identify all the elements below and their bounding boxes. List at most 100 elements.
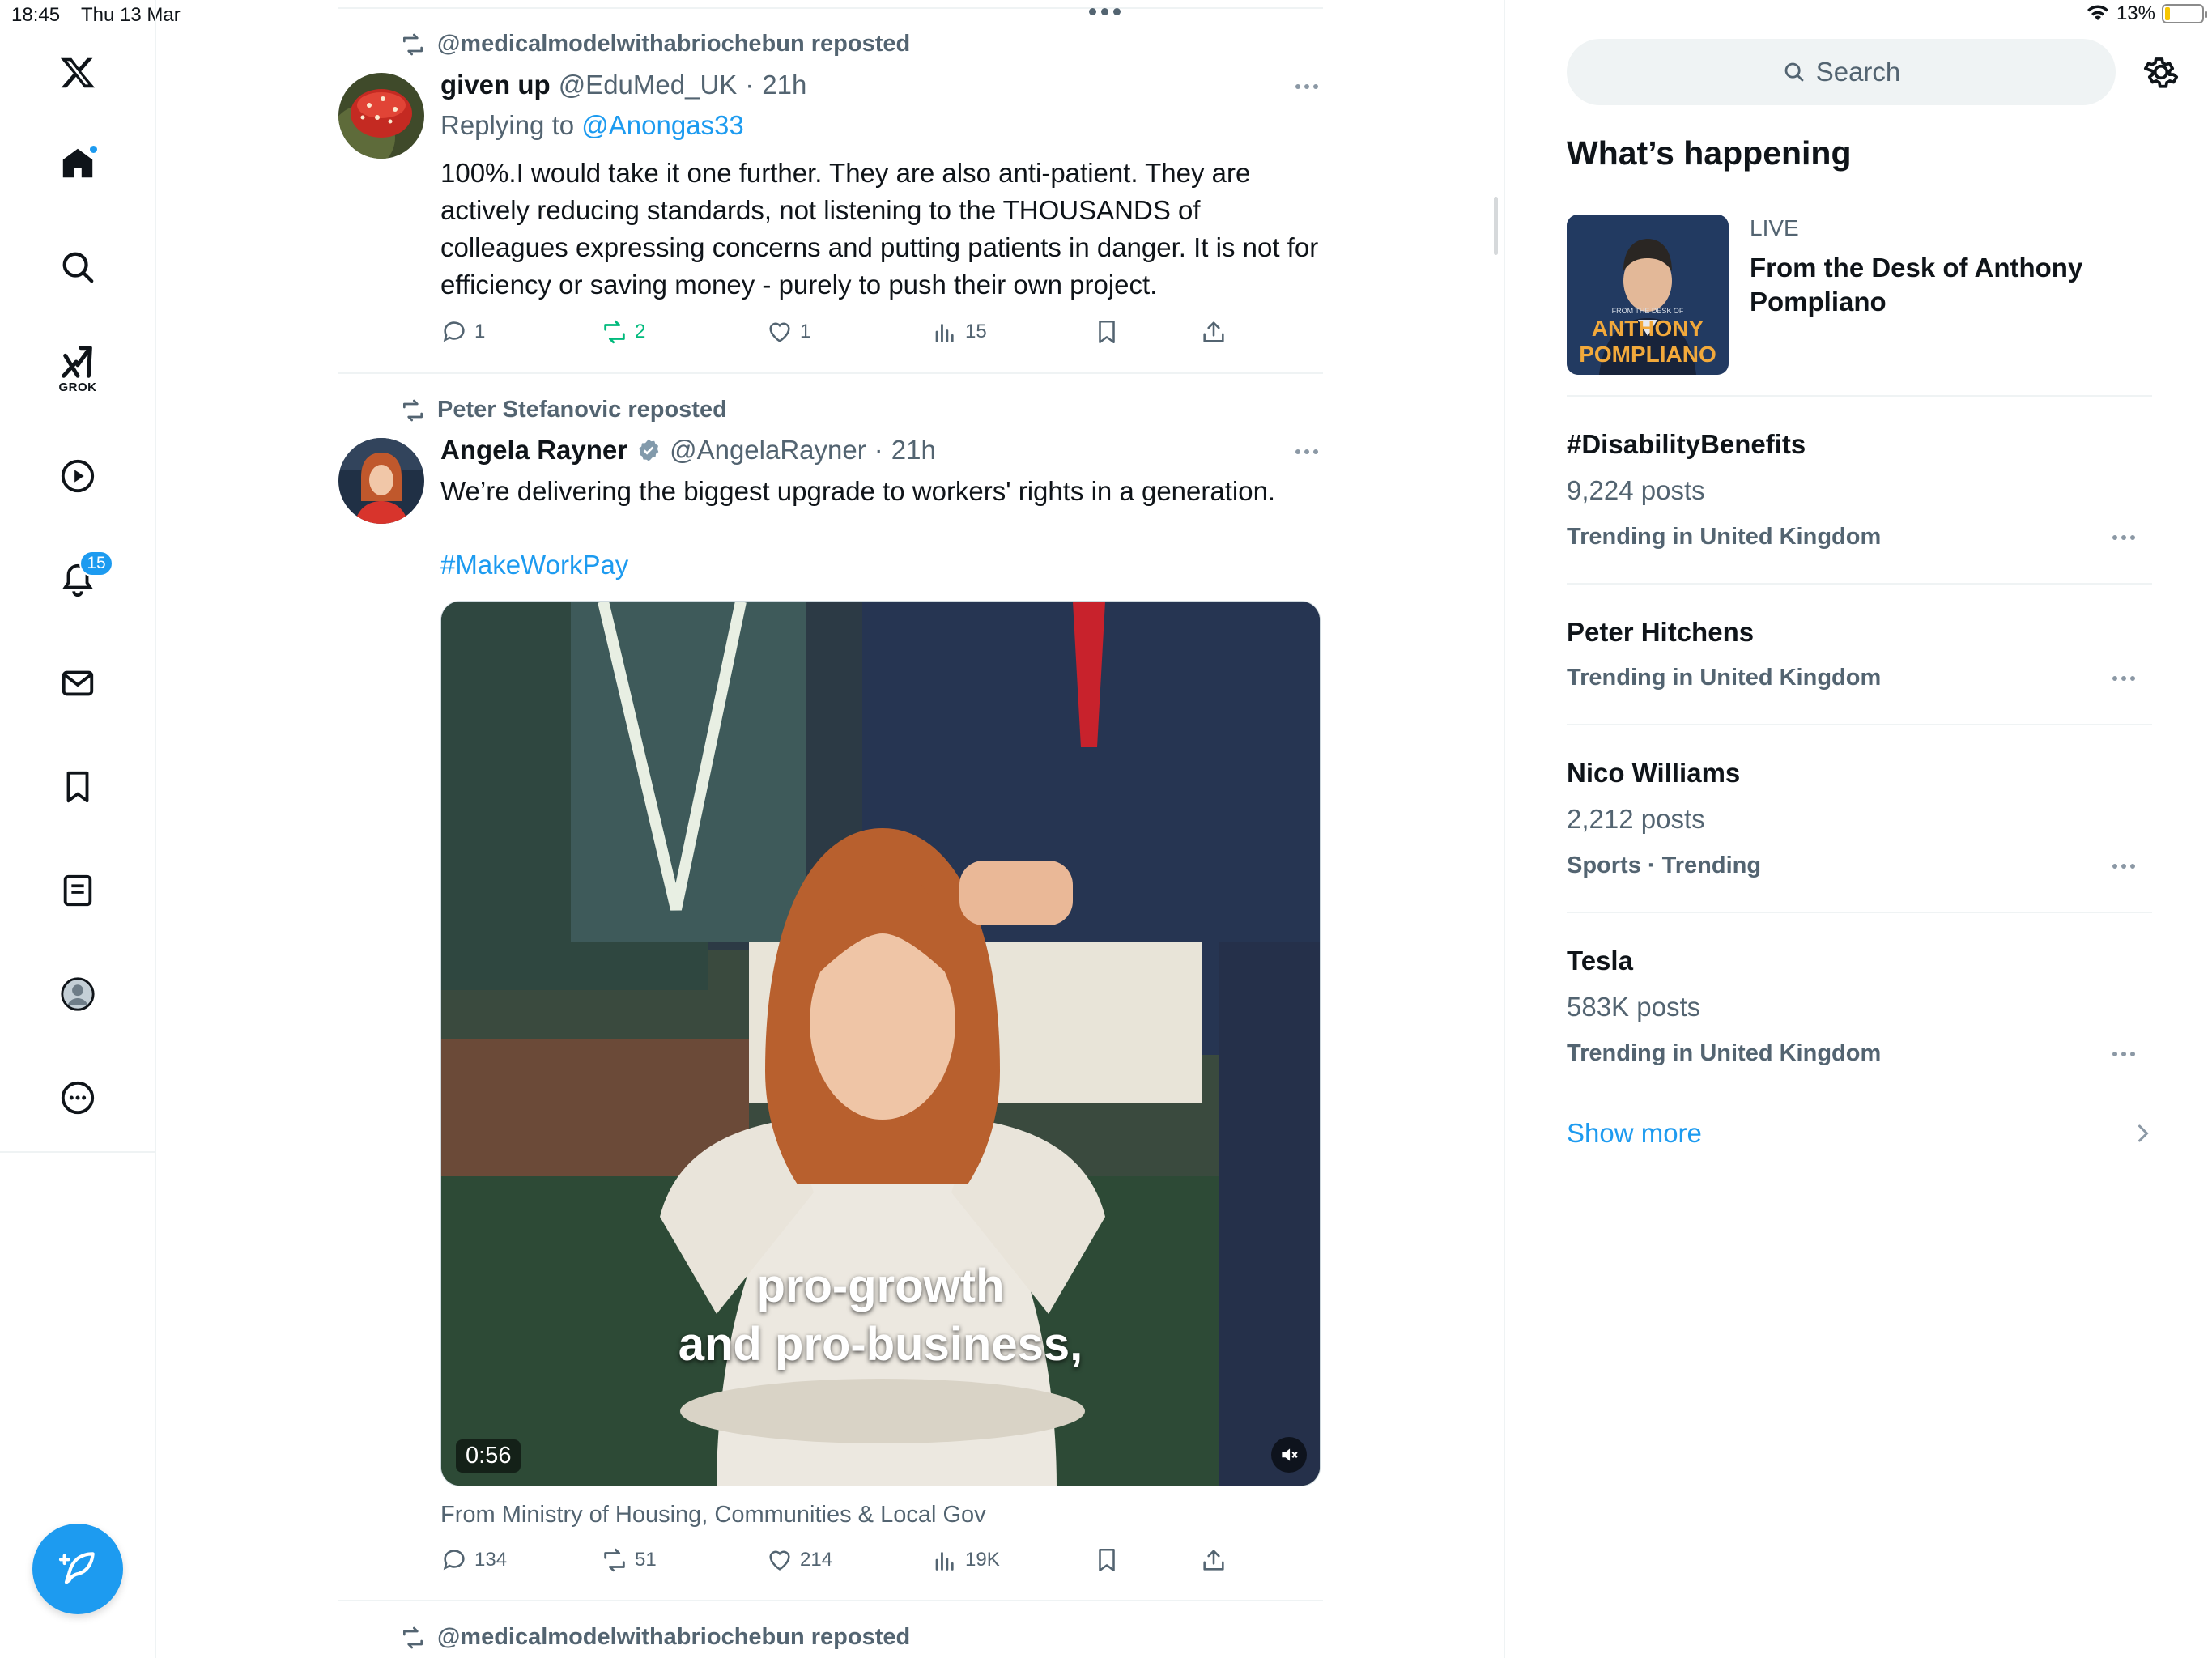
tweet-more-icon[interactable] [1295,84,1318,89]
avatar[interactable] [338,438,424,524]
views-button[interactable]: 19K [931,1546,1000,1574]
share-button[interactable] [1200,318,1227,346]
views-icon [935,324,954,342]
tweet-time[interactable]: 21h [891,435,936,466]
trend-context: Trending in United Kingdom [1567,524,1882,550]
views-button[interactable]: 15 [931,318,987,346]
repost-icon [403,1626,423,1648]
avatar[interactable] [338,73,424,159]
bookmark-icon [1099,320,1115,344]
notifications-badge: 15 [79,551,113,576]
view-count: 19K [965,1549,1000,1571]
repost-button[interactable]: 2 [601,318,645,346]
chevron-right-icon[interactable] [2134,1121,2152,1146]
trend-name[interactable]: #DisabilityBenefits [1567,429,1806,460]
messages-icon[interactable] [50,656,105,711]
search-placeholder: Search [1815,57,1901,87]
trend-name[interactable]: Nico Williams [1567,758,1740,789]
bookmarks-icon[interactable] [50,759,105,814]
heart-icon [769,322,790,342]
repost-by-label: @medicalmodelwithabriochebun reposted [437,31,911,57]
replying-handle-link[interactable]: @Anongas33 [581,110,743,140]
trend-more-icon[interactable] [2112,1052,2135,1056]
search-input[interactable]: Search [1567,39,2116,105]
author-handle[interactable]: @AngelaRayner [670,435,866,466]
video-icon[interactable] [50,449,105,504]
repost-icon [604,1548,625,1572]
bookmark-button[interactable] [1093,318,1121,346]
search-icon[interactable] [50,240,105,295]
like-button[interactable]: 214 [766,1546,832,1574]
show-more-link[interactable]: Show more [1567,1118,1702,1149]
reply-button[interactable]: 134 [440,1546,507,1574]
author-handle[interactable]: @EduMed_UK [559,70,738,100]
trend-context: Trending in United Kingdom [1567,665,1882,691]
tweet-more-icon[interactable] [1295,449,1318,454]
reply-button[interactable]: 1 [440,318,485,346]
tweet-separator [338,1600,1323,1601]
hashtag-link[interactable]: #MakeWorkPay [440,550,628,580]
speaker-muted-icon [1282,1448,1298,1461]
tweet-author-line: Angela Rayner @AngelaRayner · 21h [440,435,936,466]
scrollbar[interactable] [1494,197,1498,255]
window-handle[interactable] [1089,8,1121,15]
repost-count: 51 [635,1549,657,1571]
notifications-icon[interactable]: 15 [50,551,113,607]
repost-indicator[interactable]: @medicalmodelwithabriochebun reposted [400,31,910,57]
trend-posts: 583K posts [1567,992,1701,1022]
gear-icon[interactable] [2141,52,2181,92]
video-player[interactable]: pro-growth and pro-business, 0:56 [440,601,1321,1486]
tweet-time[interactable]: 21h [762,70,806,100]
like-count: 1 [800,321,811,342]
share-button[interactable] [1200,1546,1227,1574]
repost-by-label: Peter Stefanovic reposted [437,397,727,423]
profile-icon[interactable] [50,967,105,1022]
repost-icon [604,320,625,344]
video-caption-line1: pro-growth [756,1260,1005,1312]
repost-indicator[interactable]: Peter Stefanovic reposted [400,397,727,423]
trend-more-icon[interactable] [2112,676,2135,681]
bookmark-button[interactable] [1093,1546,1121,1574]
column-divider [1504,0,1505,1658]
trend-divider [1567,724,2152,725]
mute-button[interactable] [1271,1437,1307,1473]
repost-indicator[interactable]: @medicalmodelwithabriochebun reposted [400,1624,910,1651]
search-icon [1784,62,1804,82]
trend-posts: 9,224 posts [1567,475,1705,505]
more-icon[interactable] [50,1070,105,1125]
bookmark-icon [1099,1548,1115,1572]
author-name[interactable]: Angela Rayner [440,435,627,466]
lists-icon[interactable] [50,863,105,918]
grok-icon[interactable]: GROK [50,340,105,395]
thumb-small-text: FROM THE DESK OF [1612,307,1684,315]
view-count: 15 [965,321,987,342]
trend-divider [1567,583,2152,585]
video-duration: 0:56 [456,1439,521,1473]
battery-icon [2162,4,2207,23]
live-title[interactable]: From the Desk of Anthony Pompliano [1750,251,2090,319]
x-logo-icon[interactable] [50,45,105,100]
author-name[interactable]: given up [440,70,551,100]
video-source[interactable]: From Ministry of Housing, Communities & … [440,1502,986,1528]
section-title: What’s happening [1567,134,1852,172]
tweet-separator [338,372,1323,374]
repost-button[interactable]: 51 [601,1546,657,1574]
trend-name[interactable]: Tesla [1567,946,1633,976]
live-thumbnail[interactable]: FROM THE DESK OF ANTHONY POMPLIANO [1567,215,1729,375]
repost-by-label: @medicalmodelwithabriochebun reposted [437,1624,911,1650]
tweet-text: 100%.I would take it one further. They a… [440,158,1319,300]
status-indicators: 13% [2086,2,2207,25]
replying-prefix: Replying to [440,110,582,140]
trend-more-icon[interactable] [2112,535,2135,540]
home-icon[interactable] [50,136,105,191]
trend-name[interactable]: Peter Hitchens [1567,617,1754,648]
like-button[interactable]: 1 [766,318,810,346]
compose-button[interactable] [32,1524,123,1614]
trend-more-icon[interactable] [2112,864,2135,869]
dot-separator: · [874,435,883,465]
replying-to: Replying to @Anongas33 [440,110,744,141]
trend-divider [1567,912,2152,913]
share-icon [1203,1550,1224,1571]
trend-context: Trending in United Kingdom [1567,1040,1882,1066]
trend-context: Sports · Trending [1567,852,1762,878]
